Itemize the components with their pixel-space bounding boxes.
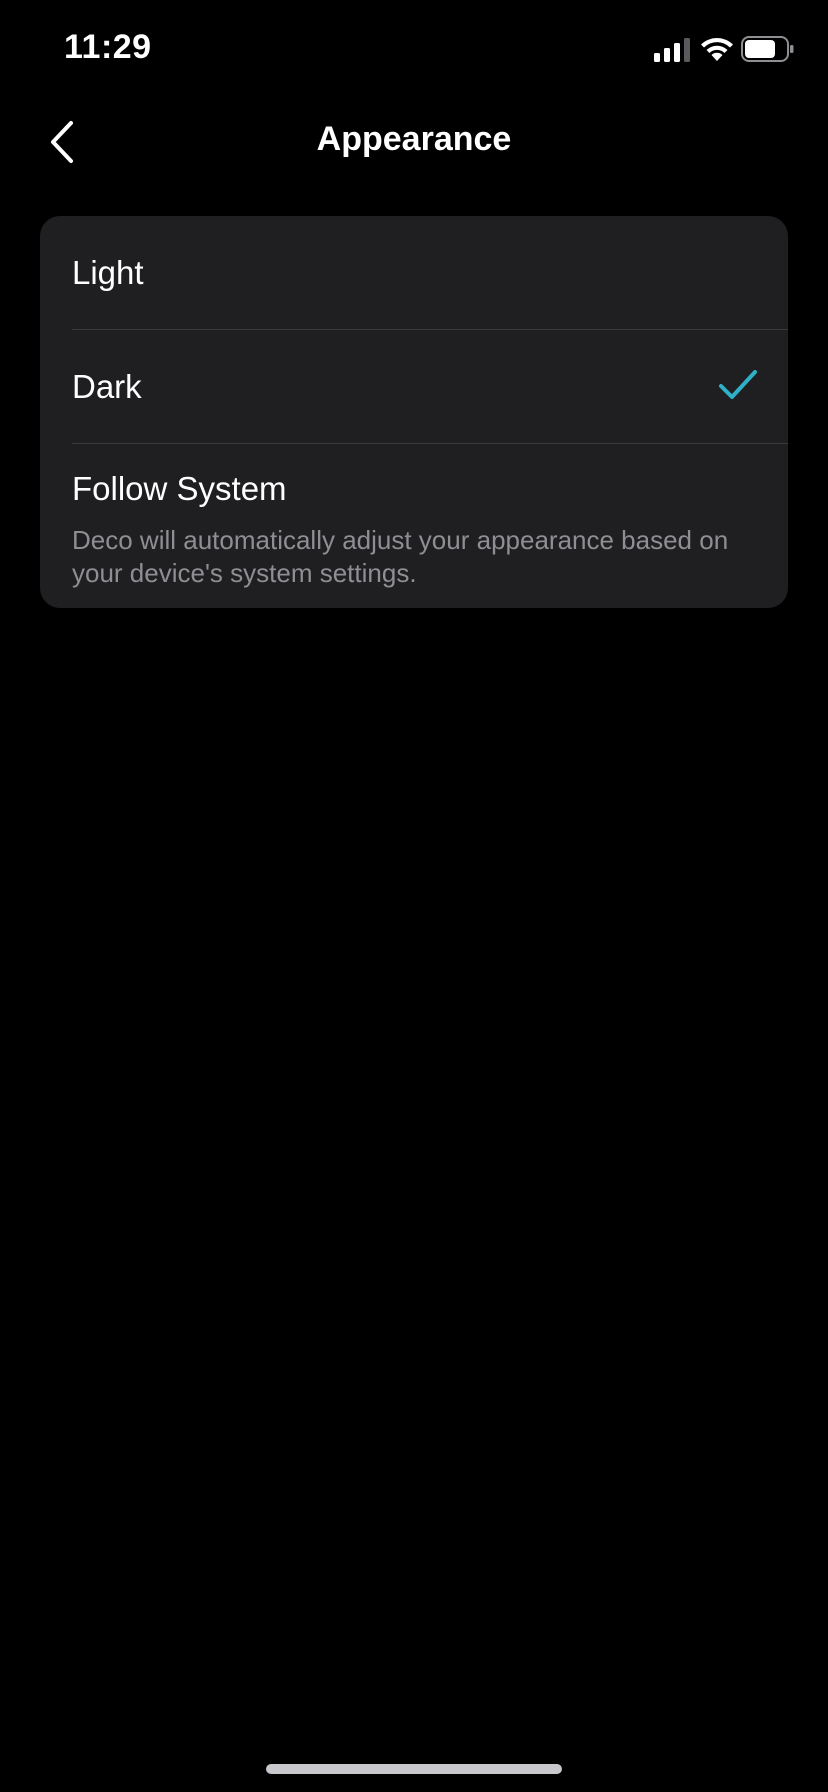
option-light[interactable]: Light (40, 216, 788, 329)
home-indicator (266, 1764, 562, 1774)
status-time: 11:29 (64, 28, 152, 66)
option-description: Deco will automatically adjust your appe… (72, 525, 729, 588)
signal-icon (654, 38, 690, 62)
wifi-icon (701, 38, 733, 61)
option-label: Dark (72, 368, 142, 405)
option-follow-system[interactable]: Follow System Deco will automatically ad… (40, 444, 788, 608)
navigation-bar: Appearance (0, 100, 828, 180)
option-label: Light (72, 254, 144, 291)
status-bar: 11:29 (0, 0, 828, 100)
option-dark[interactable]: Dark (40, 330, 788, 443)
appearance-screen: 11:29 Appearance Light Dark Follow Syste… (0, 0, 828, 1792)
battery-icon (741, 36, 794, 62)
checkmark-icon (719, 370, 757, 399)
appearance-options-card: Light Dark Follow System Deco will autom… (40, 216, 788, 608)
option-label: Follow System (72, 470, 287, 507)
page-title: Appearance (316, 120, 512, 158)
